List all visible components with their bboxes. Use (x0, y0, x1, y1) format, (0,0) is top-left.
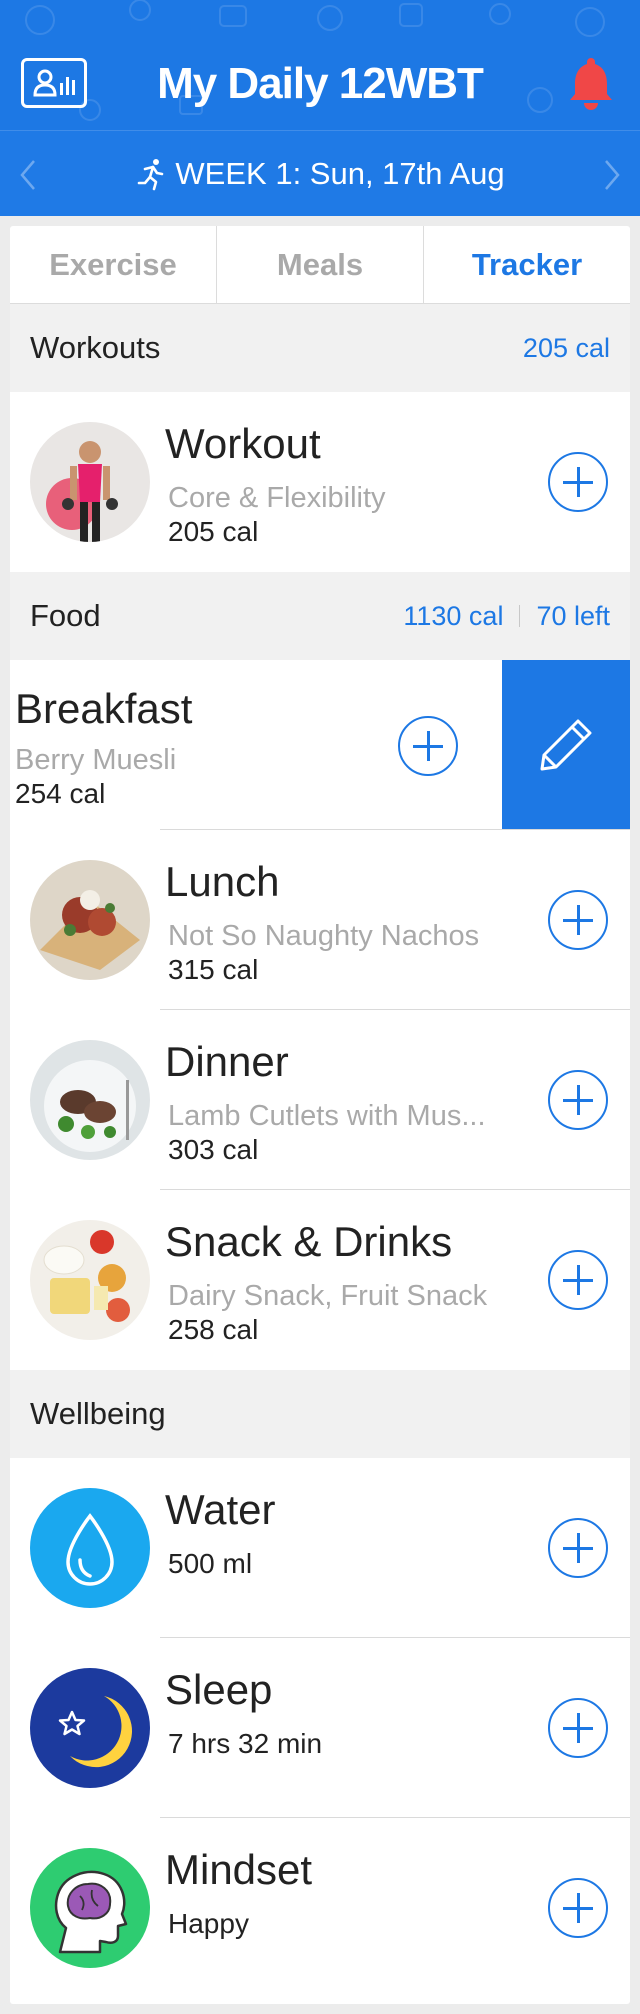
add-dinner-button[interactable] (548, 1070, 608, 1130)
moon-star-icon (30, 1668, 150, 1788)
food-summary: 1130 cal 70 left (403, 601, 610, 632)
tab-tracker[interactable]: Tracker (424, 226, 630, 303)
next-day-button[interactable] (596, 155, 626, 195)
breakfast-row[interactable]: Breakfast Berry Muesli 254 cal (10, 660, 630, 830)
mindset-value: Happy (168, 1908, 249, 1939)
chevron-right-icon (605, 160, 620, 190)
lunch-calories: 315 cal (168, 954, 259, 985)
edit-breakfast-button[interactable] (502, 660, 630, 830)
dinner-subtitle: Lamb Cutlets with Mus... (168, 1100, 486, 1132)
wellbeing-title: Wellbeing (30, 1396, 166, 1431)
pencil-icon (540, 719, 592, 771)
add-mindset-button[interactable] (548, 1878, 608, 1938)
sleep-title: Sleep (165, 1666, 273, 1713)
workouts-section-header: Workouts 205 cal (10, 304, 630, 392)
profile-stats-icon (33, 69, 75, 97)
food-left: 70 left (536, 600, 610, 631)
bell-icon (570, 58, 612, 110)
week-date-text: WEEK 1: Sun, 17th Aug (175, 156, 505, 191)
snack-calories: 258 cal (168, 1314, 259, 1345)
add-snack-button[interactable] (548, 1250, 608, 1310)
add-breakfast-button[interactable] (398, 716, 458, 776)
lunch-subtitle: Not So Naughty Nachos (168, 920, 480, 952)
current-date-label: WEEK 1: Sun, 17th Aug (0, 131, 640, 217)
add-lunch-button[interactable] (548, 890, 608, 950)
dinner-row[interactable]: Dinner Lamb Cutlets with Mus... 303 cal (10, 1010, 630, 1190)
tab-bar: Exercise Meals Tracker (10, 226, 630, 304)
workout-row[interactable]: Workout Core & Flexibility 205 cal (10, 392, 630, 572)
food-total: 1130 cal (403, 600, 504, 631)
workout-subtitle: Core & Flexibility (168, 482, 386, 514)
snack-title: Snack & Drinks (165, 1218, 453, 1265)
water-row[interactable]: Water 500 ml (10, 1458, 630, 1638)
dinner-photo (30, 1040, 150, 1160)
breakfast-subtitle: Berry Muesli (15, 744, 177, 776)
week-navigation-bar: WEEK 1: Sun, 17th Aug (0, 130, 640, 216)
snack-photo (30, 1220, 150, 1340)
add-sleep-button[interactable] (548, 1698, 608, 1758)
app-header: My Daily 12WBT (0, 0, 640, 130)
tracker-card: Exercise Meals Tracker Workouts 205 cal … (10, 226, 630, 2004)
workouts-total: 205 cal (522, 332, 610, 363)
runner-icon (138, 159, 164, 191)
dinner-title: Dinner (165, 1038, 289, 1085)
sleep-row[interactable]: Sleep 7 hrs 32 min (10, 1638, 630, 1818)
workout-photo (30, 422, 150, 542)
add-water-button[interactable] (548, 1518, 608, 1578)
dinner-calories: 303 cal (168, 1134, 259, 1165)
lunch-photo (30, 860, 150, 980)
lunch-row[interactable]: Lunch Not So Naughty Nachos 315 cal (10, 830, 630, 1010)
add-workout-button[interactable] (548, 452, 608, 512)
water-drop-icon (30, 1488, 150, 1608)
workout-calories: 205 cal (168, 516, 259, 547)
tab-exercise[interactable]: Exercise (10, 226, 217, 303)
workouts-title: Workouts (30, 330, 161, 365)
snack-row[interactable]: Snack & Drinks Dairy Snack, Fruit Snack … (10, 1190, 630, 1370)
mindset-row[interactable]: Mindset Happy (10, 1818, 630, 1998)
sleep-value: 7 hrs 32 min (168, 1728, 323, 1759)
breakfast-title: Breakfast (15, 685, 193, 732)
wellbeing-section-header: Wellbeing (10, 1370, 630, 1458)
notifications-button[interactable] (566, 54, 616, 112)
food-section-header: Food 1130 cal 70 left (10, 572, 630, 660)
water-title: Water (165, 1486, 276, 1533)
workout-title: Workout (165, 420, 321, 467)
summary-separator (519, 605, 521, 627)
mindset-title: Mindset (165, 1846, 313, 1893)
food-title: Food (30, 598, 101, 633)
brain-head-icon (30, 1848, 150, 1968)
lunch-title: Lunch (165, 858, 280, 905)
breakfast-calories: 254 cal (15, 778, 106, 809)
water-value: 500 ml (168, 1548, 253, 1579)
app-title: My Daily 12WBT (157, 59, 484, 108)
profile-stats-button[interactable] (21, 58, 87, 108)
tab-meals[interactable]: Meals (217, 226, 424, 303)
snack-subtitle: Dairy Snack, Fruit Snack (168, 1280, 488, 1312)
